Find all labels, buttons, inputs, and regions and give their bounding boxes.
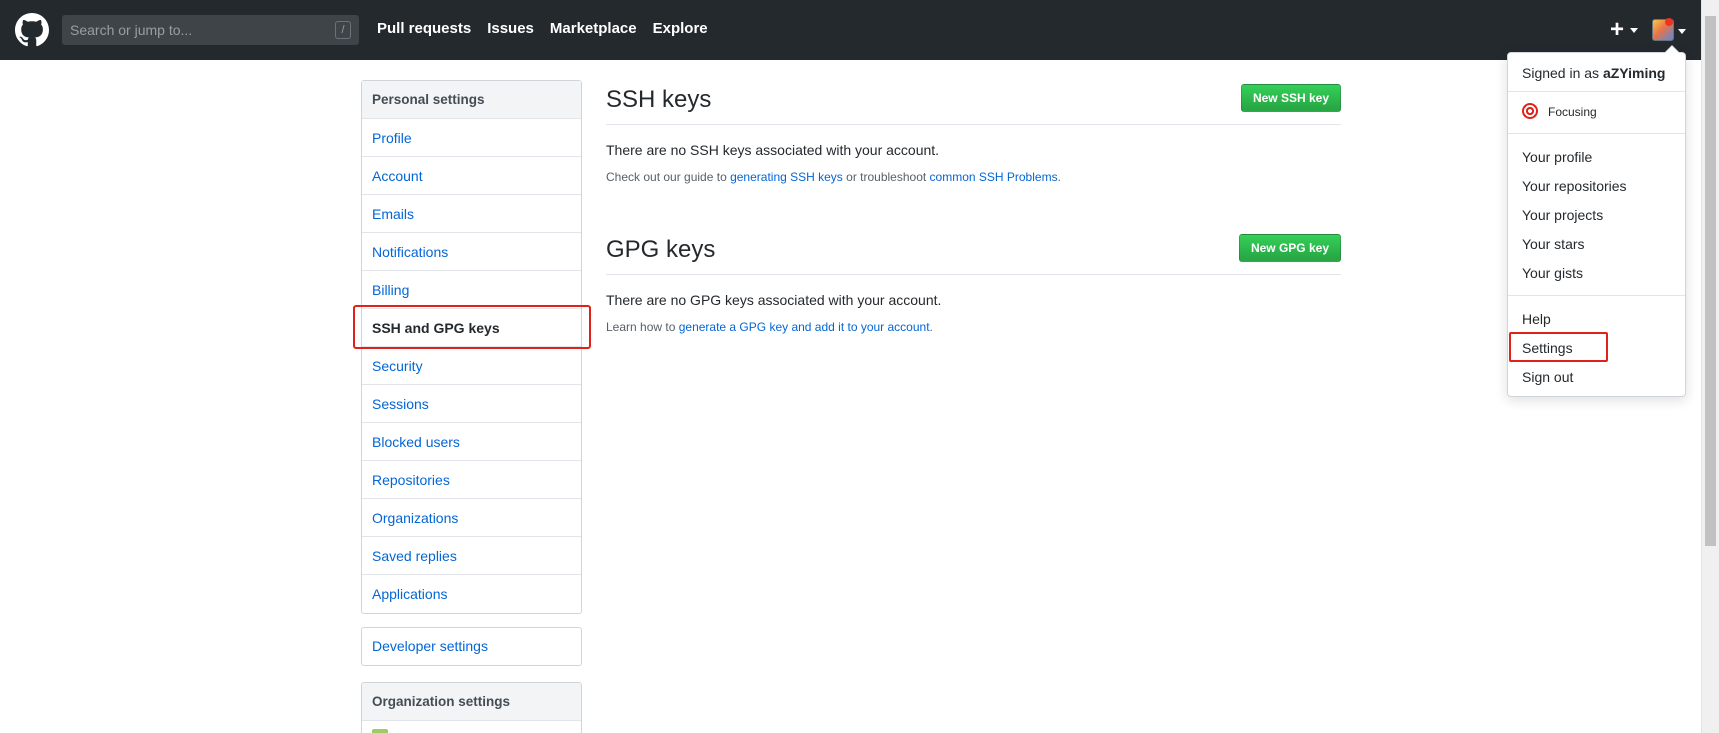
gpg-section-header: GPG keys New GPG key — [606, 230, 1341, 275]
organization-settings-menu: Organization settings — [361, 682, 582, 733]
sidebar-item-blocked-users[interactable]: Blocked users — [362, 423, 581, 461]
gpg-keys-title: GPG keys — [606, 236, 716, 263]
ssh-keys-title: SSH keys — [606, 86, 712, 113]
org-avatar[interactable] — [372, 729, 388, 733]
main-content: SSH keys New SSH key There are no SSH ke… — [606, 80, 1341, 334]
developer-settings-menu: Developer settings — [361, 627, 582, 666]
sidebar-item-emails[interactable]: Emails — [362, 195, 581, 233]
menu-item-your-repositories[interactable]: Your repositories — [1522, 178, 1627, 194]
top-header: Search or jump to... / Pull requests Iss… — [0, 0, 1701, 60]
sidebar-item-repositories[interactable]: Repositories — [362, 461, 581, 499]
generate-gpg-key-link[interactable]: generate a GPG key and add it to your ac… — [679, 320, 930, 334]
common-ssh-problems-link[interactable]: common SSH Problems — [930, 170, 1058, 184]
gpg-keys-section: GPG keys New GPG key There are no GPG ke… — [606, 230, 1341, 334]
scrollbar-thumb[interactable] — [1705, 16, 1716, 546]
header-nav: Pull requests Issues Marketplace Explore — [377, 20, 708, 37]
menu-heading: Personal settings — [362, 81, 581, 119]
plus-icon: + — [1610, 16, 1625, 43]
ssh-help-text: Check out our guide to generating SSH ke… — [606, 170, 1341, 184]
user-status-text: Focusing — [1548, 105, 1597, 119]
new-gpg-key-button[interactable]: New GPG key — [1238, 234, 1341, 262]
highlight-box-ssh-gpg — [353, 305, 591, 349]
menu-item-your-profile[interactable]: Your profile — [1522, 149, 1592, 165]
menu-item-your-gists[interactable]: Your gists — [1522, 265, 1583, 281]
github-logo-icon[interactable] — [15, 13, 49, 47]
sidebar-item-account[interactable]: Account — [362, 157, 581, 195]
nav-pull-requests[interactable]: Pull requests — [377, 20, 471, 37]
org-menu-heading: Organization settings — [362, 683, 581, 721]
gpg-empty-message: There are no GPG keys associated with yo… — [606, 292, 942, 308]
menu-item-sign-out[interactable]: Sign out — [1522, 369, 1573, 385]
ssh-help-prefix: Check out our guide to — [606, 170, 731, 184]
menu-item-your-projects[interactable]: Your projects — [1522, 207, 1603, 223]
sidebar-item-notifications[interactable]: Notifications — [362, 233, 581, 271]
user-menu-button[interactable] — [1652, 18, 1688, 43]
search-placeholder: Search or jump to... — [70, 22, 193, 38]
nav-explore[interactable]: Explore — [653, 20, 708, 37]
notification-dot-icon — [1665, 18, 1673, 26]
sidebar-item-developer-settings[interactable]: Developer settings — [362, 628, 581, 665]
gpg-help-prefix: Learn how to — [606, 320, 679, 334]
sidebar-item-saved-replies[interactable]: Saved replies — [362, 537, 581, 575]
search-input[interactable]: Search or jump to... / — [62, 15, 359, 45]
dropdown-divider — [1508, 91, 1685, 92]
sidebar-item-security[interactable]: Security — [362, 347, 581, 385]
signed-in-prefix: Signed in as — [1522, 65, 1603, 81]
target-icon — [1522, 103, 1538, 119]
chevron-down-icon — [1678, 29, 1686, 34]
page-scrollbar[interactable] — [1701, 0, 1719, 733]
ssh-help-middle: or troubleshoot — [842, 170, 930, 184]
new-ssh-key-button[interactable]: New SSH key — [1240, 84, 1341, 112]
create-new-button[interactable]: + — [1610, 16, 1640, 43]
chevron-down-icon — [1630, 28, 1638, 33]
ssh-help-suffix: . — [1057, 170, 1061, 184]
highlight-box-settings — [1509, 332, 1608, 362]
signed-in-as: Signed in as aZYiming — [1522, 65, 1665, 81]
ssh-keys-section: SSH keys New SSH key There are no SSH ke… — [606, 80, 1341, 184]
ssh-empty-message: There are no SSH keys associated with yo… — [606, 142, 940, 158]
dropdown-divider — [1508, 295, 1685, 296]
dropdown-divider — [1508, 133, 1685, 134]
dropdown-caret-inner — [1665, 46, 1679, 53]
nav-issues[interactable]: Issues — [487, 20, 534, 37]
menu-item-your-stars[interactable]: Your stars — [1522, 236, 1585, 252]
gpg-help-suffix: . — [929, 320, 933, 334]
sidebar-item-sessions[interactable]: Sessions — [362, 385, 581, 423]
ssh-section-header: SSH keys New SSH key — [606, 80, 1341, 125]
nav-marketplace[interactable]: Marketplace — [550, 20, 637, 37]
search-shortcut-key: / — [335, 21, 351, 39]
menu-item-help[interactable]: Help — [1522, 311, 1551, 327]
sidebar-item-profile[interactable]: Profile — [362, 119, 581, 157]
gpg-help-text: Learn how to generate a GPG key and add … — [606, 320, 1341, 334]
sidebar-item-applications[interactable]: Applications — [362, 575, 581, 613]
username: aZYiming — [1602, 65, 1666, 81]
sidebar-item-billing[interactable]: Billing — [362, 271, 581, 309]
sidebar-item-organizations[interactable]: Organizations — [362, 499, 581, 537]
generating-ssh-keys-link[interactable]: generating SSH keys — [730, 170, 843, 184]
